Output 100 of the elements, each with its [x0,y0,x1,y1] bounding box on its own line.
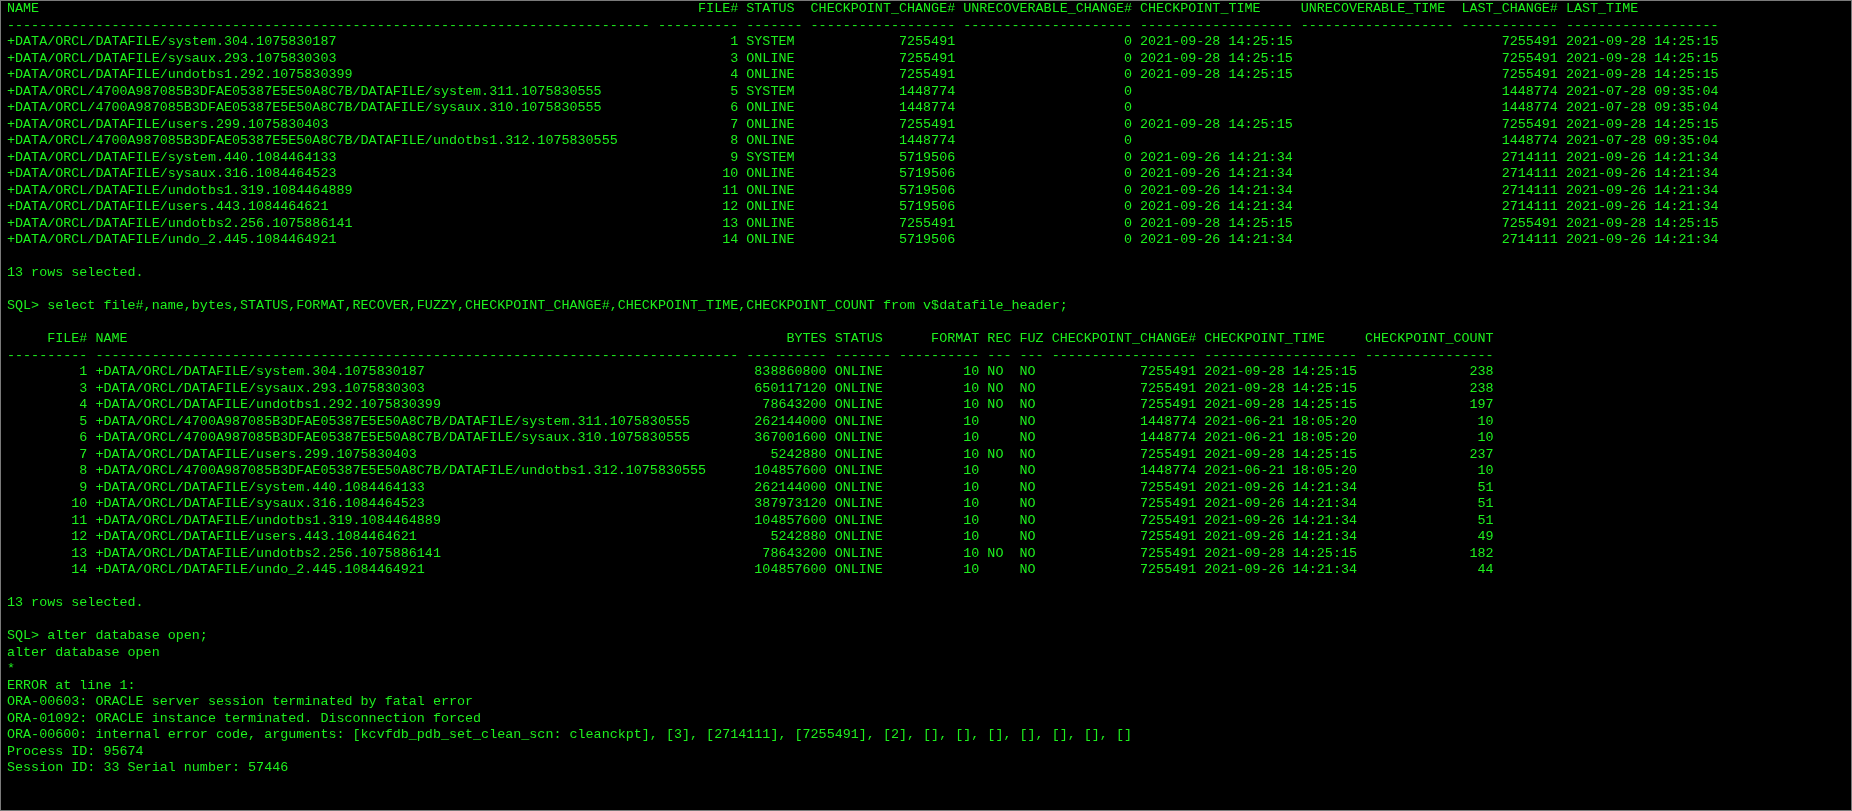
table-cell: +DATA/ORCL/4700A987085B3DFAE05387E5E50A8C7B/DATAFILE/system.311.1075830555 [95,413,691,429]
table-cell: NO [987,446,1004,462]
table-cell: 6 [730,100,739,115]
table-cell: ONLINE [746,116,795,132]
header-rule: ---------- [746,347,827,364]
table-cell: 0 [1123,83,1132,99]
table-cell: 2021-07-28 09:35:04 [1565,83,1719,99]
table-cell: 51 [1477,512,1494,528]
table-cell: ONLINE [834,463,883,478]
table-cell: 2021-09-26 14:21:34 [1204,479,1357,495]
table-cell: 7255491 [1140,380,1197,396]
table-cell: 7255491 [1140,364,1197,379]
table-cell: 367001600 [754,430,827,445]
column-header: CHECKPOINT_COUNT [1365,331,1494,348]
column-header: CHECKPOINT_CHANGE# [1051,331,1197,348]
column-header: FORMAT [930,331,980,348]
table-cell: 2021-09-26 14:21:34 [1204,562,1357,577]
table-cell: 10 [963,446,980,462]
table-cell: ONLINE [834,512,883,528]
table-cell: 10 [963,463,980,478]
table-cell: 7255491 [1140,397,1197,412]
table-cell: ONLINE [834,364,883,379]
table-cell: 0 [1123,215,1132,231]
column-header: FUZ [1019,331,1044,348]
terminal-line: alter database open [7,644,160,661]
table-cell: 11 [71,512,88,528]
table-cell: 3 [730,50,739,66]
table-cell: 2021-09-28 14:25:15 [1140,67,1293,82]
table-cell: 1448774 [898,100,956,115]
table-cell: NO [987,364,1004,379]
table-cell: 4 [79,397,88,412]
header-rule: ------------ [1461,17,1558,34]
header-rule: ---------------- [1365,347,1494,364]
column-header: LAST_TIME [1565,1,1640,18]
table-cell: 10 [963,397,980,412]
header-rule: ------------------- [1204,347,1357,364]
table-cell: 237 [1469,446,1494,462]
table-cell: +DATA/ORCL/DATAFILE/sysaux.293.1075830303 [95,380,425,396]
table-cell: 51 [1477,479,1494,495]
table-cell: ONLINE [746,232,795,247]
table-cell: 0 [1123,50,1132,66]
table-cell: +DATA/ORCL/4700A987085B3DFAE05387E5E50A8C7B/DATAFILE/undotbs1.312.1075830555 [95,463,707,478]
table-cell: 2021-09-28 14:25:15 [1140,50,1293,66]
table-cell: 2021-09-28 14:25:15 [1565,50,1719,66]
table-cell: 2021-09-26 14:21:34 [1140,182,1293,198]
table-cell: 11 [722,182,739,198]
table-cell: ONLINE [746,67,795,82]
table-cell: 10 [963,430,980,445]
terminal-line: 13 rows selected. [7,595,144,612]
header-rule: ------------------- [1140,17,1293,34]
table-cell: 2714111 [1501,182,1558,198]
table-cell: 1448774 [1501,100,1558,115]
table-cell: 2021-09-28 14:25:15 [1140,34,1293,49]
table-cell: ONLINE [746,166,795,181]
table-cell: 7255491 [1140,446,1197,462]
table-cell: 1448774 [898,133,956,148]
table-cell: 49 [1477,529,1494,544]
terminal-line: ORA-00600: internal error code, arguments: [kcvfdb_pdb_set_clean_scn: cleanckpt], [3], [2714111], [7255491], [2], [], [], [], [], [], [], [] [7,727,1132,744]
table-cell: 2021-09-26 14:21:34 [1204,512,1357,528]
header-rule: ---------- [657,17,739,34]
table-cell: 10 [71,496,88,511]
table-cell: 7255491 [1140,529,1197,544]
terminal-line: 13 rows selected. [7,265,144,282]
table-cell: NO [1019,479,1036,495]
table-cell: 14 [722,232,739,247]
column-header: CHECKPOINT_TIME [1204,331,1326,348]
table-cell: 0 [1123,133,1132,148]
table-cell: 10 [963,364,980,379]
table-cell: NO [1019,529,1036,544]
table-cell: ONLINE [834,496,883,511]
header-rule: ------------------- [1565,17,1719,34]
table-cell: 7255491 [1501,34,1558,49]
table-cell: 10 [963,413,980,429]
table-cell: 10 [963,479,980,495]
table-cell: +DATA/ORCL/DATAFILE/users.443.1084464621 [95,529,417,544]
table-cell: 2021-09-28 14:25:15 [1204,380,1357,396]
table-cell: 1448774 [1140,463,1197,478]
table-cell: 104857600 [754,463,827,478]
table-cell: 5242880 [770,529,827,544]
table-cell: 14 [71,562,88,577]
table-cell: 7255491 [898,50,956,66]
table-cell: ONLINE [834,529,883,544]
table-cell: +DATA/ORCL/DATAFILE/system.440.1084464133 [95,479,425,495]
table-cell: 10 [1477,430,1494,445]
table-cell: 2021-09-28 14:25:15 [1565,116,1719,132]
header-rule: ------- [746,17,803,34]
table-cell: 2021-09-28 14:25:15 [1140,215,1293,231]
table-cell: 2021-09-28 14:25:15 [1204,364,1357,379]
header-rule: ------------------ [1051,347,1197,364]
table-cell: 2714111 [1501,149,1558,165]
column-header: CHECKPOINT_CHANGE# [810,1,956,18]
column-header: STATUS [746,1,796,18]
terminal-line: ERROR at line 1: [7,677,136,694]
table-cell: NO [1019,380,1036,396]
table-cell: 5719506 [898,166,956,181]
table-cell: +DATA/ORCL/4700A987085B3DFAE05387E5E50A8C7B/DATAFILE/sysaux.310.1075830555 [7,100,602,115]
table-cell: ONLINE [834,562,883,577]
table-cell: 104857600 [754,562,827,577]
table-cell: NO [1019,397,1036,412]
table-cell: 2021-09-28 14:25:15 [1565,67,1719,82]
